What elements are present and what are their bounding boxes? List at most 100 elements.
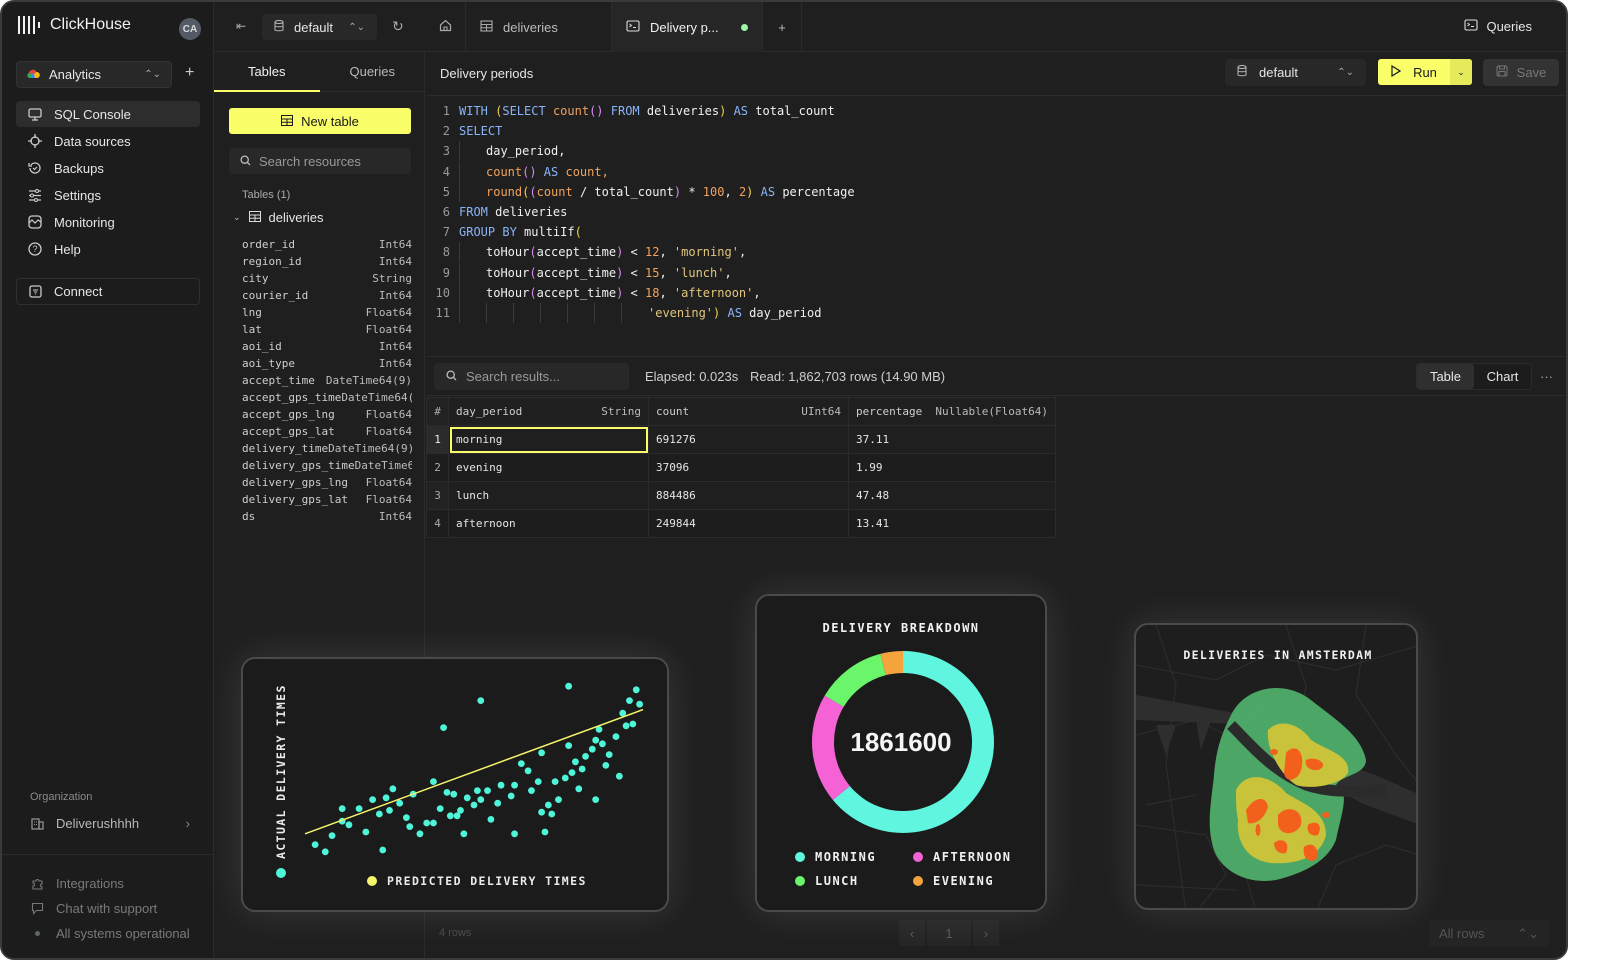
table-cell[interactable]: 13.41 (848, 509, 1056, 538)
table-row[interactable]: 4 afternoon 249844 13.41 (426, 509, 1056, 538)
system-status[interactable]: All systems operational (30, 926, 190, 941)
table-cell[interactable]: 47.48 (848, 481, 1056, 510)
legend-label: AFTERNOON (933, 850, 1012, 864)
column-header[interactable]: percentage Nullable(Float64) (848, 397, 1056, 426)
integrations-link[interactable]: Integrations (30, 876, 124, 891)
column-header[interactable]: day_period String (448, 397, 649, 426)
table-cell[interactable]: morning (448, 425, 649, 454)
column-item[interactable]: order_id Int64 (242, 238, 412, 255)
column-item[interactable]: accept_gps_lng Float64 (242, 408, 412, 425)
scatter-point (338, 805, 346, 812)
column-item[interactable]: city String (242, 272, 412, 289)
column-item[interactable]: delivery_gps_lng Float64 (242, 476, 412, 493)
code-line[interactable]: 9 toHour(accept_time) < 15, 'lunch', (426, 262, 1566, 283)
column-item[interactable]: courier_id Int64 (242, 289, 412, 306)
column-item[interactable]: delivery_gps_timeDateTime64 (242, 459, 412, 476)
table-cell[interactable]: 884486 (648, 481, 849, 510)
rows-per-page-select[interactable]: All rows ⌃⌄ (1429, 920, 1549, 947)
service-selector[interactable]: Analytics ⌃⌄ (16, 61, 172, 88)
code-line[interactable]: 3 day_period, (426, 141, 1566, 162)
sidebar-item-monitoring[interactable]: Monitoring (16, 209, 200, 235)
sidebar-item-help[interactable]: ? Help (16, 236, 200, 262)
table-cell[interactable]: 37096 (648, 453, 849, 482)
table-cell[interactable]: 691276 (648, 425, 849, 454)
connect-button[interactable]: Connect (16, 278, 200, 305)
table-cell[interactable]: 249844 (648, 509, 849, 538)
tab-queries[interactable]: Queries (320, 52, 426, 91)
column-item[interactable]: lng Float64 (242, 306, 412, 323)
avatar[interactable]: CA (179, 18, 201, 40)
column-item[interactable]: accept_gps_timeDateTime64(9 (242, 391, 412, 408)
scatter-point (622, 722, 630, 730)
column-item[interactable]: ds Int64 (242, 510, 412, 527)
code-line[interactable]: 2 SELECT (426, 121, 1566, 141)
page-number[interactable]: 1 (927, 920, 971, 946)
code-token: 2 (738, 184, 747, 199)
table-icon (248, 210, 261, 225)
logo[interactable]: ClickHouse (18, 16, 131, 34)
code-line[interactable]: 8 toHour(accept_time) < 12, 'morning', (426, 242, 1566, 263)
tab-deliveries[interactable]: deliveries (466, 2, 612, 52)
organization-selector[interactable]: Deliverushhhh › (30, 816, 190, 831)
code-line[interactable]: 10 toHour(accept_time) < 18, 'afternoon', (426, 282, 1566, 303)
search-placeholder: Search results... (466, 369, 560, 384)
sidebar-item-sql-console[interactable]: SQL Console (16, 101, 200, 127)
table-row[interactable]: 2 evening 37096 1.99 (426, 453, 1056, 482)
column-item[interactable]: lat Float64 (242, 323, 412, 340)
code-line[interactable]: 1 WITH (SELECT count() FROM deliveries) A… (426, 101, 1566, 121)
tab-bar: deliveries Delivery p... + (425, 2, 802, 52)
sql-editor[interactable]: 1 WITH (SELECT count() FROM deliveries) A… (426, 97, 1566, 355)
code-token: AS (536, 164, 566, 179)
next-page-button[interactable]: › (973, 920, 999, 946)
run-options-dropdown[interactable]: ⌄ (1450, 59, 1472, 85)
table-tree-node[interactable]: ⌄ deliveries (233, 210, 323, 225)
column-item[interactable]: aoi_type Int64 (242, 357, 412, 374)
table-view-button[interactable]: Table (1417, 364, 1474, 389)
code-line[interactable]: 4 count() AS count, (426, 161, 1566, 182)
table-row[interactable]: 3 lunch 884486 47.48 (426, 481, 1056, 510)
rows-per-page-value: All rows (1439, 926, 1485, 941)
code-line[interactable]: 11 'evening') AS day_period (426, 302, 1566, 323)
column-item[interactable]: accept_gps_lat Float64 (242, 425, 412, 442)
save-button[interactable]: Save (1483, 59, 1559, 86)
resource-tabs: Tables Queries (214, 52, 425, 92)
database-selector[interactable]: default ⌃⌄ (262, 14, 377, 40)
query-title[interactable]: Delivery periods (440, 66, 533, 81)
column-header[interactable]: count UInt64 (648, 397, 849, 426)
code-line[interactable]: 5 round((count / total_count) * 100, 2) A… (426, 181, 1566, 202)
refresh-icon[interactable]: ↻ (392, 18, 404, 35)
chat-support-link[interactable]: Chat with support (30, 901, 157, 916)
more-options-icon[interactable]: ··· (1540, 369, 1553, 384)
new-table-button[interactable]: New table (229, 108, 411, 134)
collapse-sidebar-icon[interactable]: ⇤ (236, 19, 246, 33)
column-item[interactable]: delivery_gps_lat Float64 (242, 493, 412, 510)
column-item[interactable]: aoi_id Int64 (242, 340, 412, 357)
sidebar-item-backups[interactable]: Backups (16, 155, 200, 181)
table-cell[interactable]: lunch (448, 481, 649, 510)
column-item[interactable]: region_id Int64 (242, 255, 412, 272)
sidebar-item-settings[interactable]: Settings (16, 182, 200, 208)
column-item[interactable]: delivery_time DateTime64(9) (242, 442, 412, 459)
sidebar-item-data-sources[interactable]: Data sources (16, 128, 200, 154)
tab-delivery-periods[interactable]: Delivery p... (612, 2, 762, 52)
table-row[interactable]: 1 morning 691276 37.11 (426, 425, 1056, 454)
table-cell[interactable]: 37.11 (848, 425, 1056, 454)
add-service-button[interactable]: + (185, 64, 194, 82)
table-cell[interactable]: evening (448, 453, 649, 482)
table-cell[interactable]: afternoon (448, 509, 649, 538)
tab-tables[interactable]: Tables (214, 52, 320, 92)
code-line[interactable]: 7 GROUP BY multiIf( (426, 222, 1566, 242)
new-tab-button[interactable]: + (762, 2, 802, 52)
previous-page-button[interactable]: ‹ (899, 920, 925, 946)
search-results-input[interactable]: Search results... (434, 363, 629, 390)
chart-view-button[interactable]: Chart (1474, 364, 1531, 389)
query-database-selector[interactable]: default ⌃⌄ (1225, 59, 1366, 86)
column-type: Int64 (378, 289, 412, 302)
tab-home[interactable] (425, 2, 466, 52)
run-button[interactable]: Run (1378, 59, 1450, 85)
code-line[interactable]: 6 FROM deliveries (426, 202, 1566, 222)
table-cell[interactable]: 1.99 (848, 453, 1056, 482)
column-item[interactable]: accept_time DateTime64(9) (242, 374, 412, 391)
queries-button[interactable]: Queries (1464, 19, 1532, 34)
search-resources-input[interactable]: Search resources (229, 148, 411, 174)
